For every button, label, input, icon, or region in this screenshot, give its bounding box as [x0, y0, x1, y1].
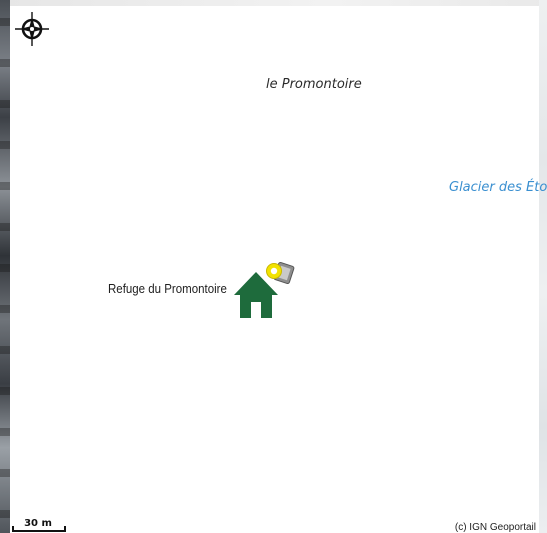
place-label-glacier: Glacier des Éto — [449, 180, 547, 195]
aerial-imagery-strip-top — [0, 0, 547, 6]
place-label-refuge: Refuge du Promontoire — [108, 282, 227, 296]
scale-bar: 30 m — [12, 518, 66, 532]
aerial-imagery-strip-right — [539, 0, 547, 533]
refuge-marker[interactable] — [232, 258, 298, 322]
map-viewport[interactable]: le Promontoire Glacier des Éto Refuge du… — [0, 0, 547, 533]
house-icon — [234, 272, 278, 318]
location-pin-icon — [266, 263, 282, 279]
scale-bar-line — [12, 526, 66, 532]
attribution-text: (c) IGN Geoportail — [454, 522, 536, 533]
compass-rose-icon[interactable] — [14, 11, 50, 47]
aerial-imagery-strip-left — [0, 0, 10, 533]
place-label-promontoire: le Promontoire — [266, 77, 362, 92]
